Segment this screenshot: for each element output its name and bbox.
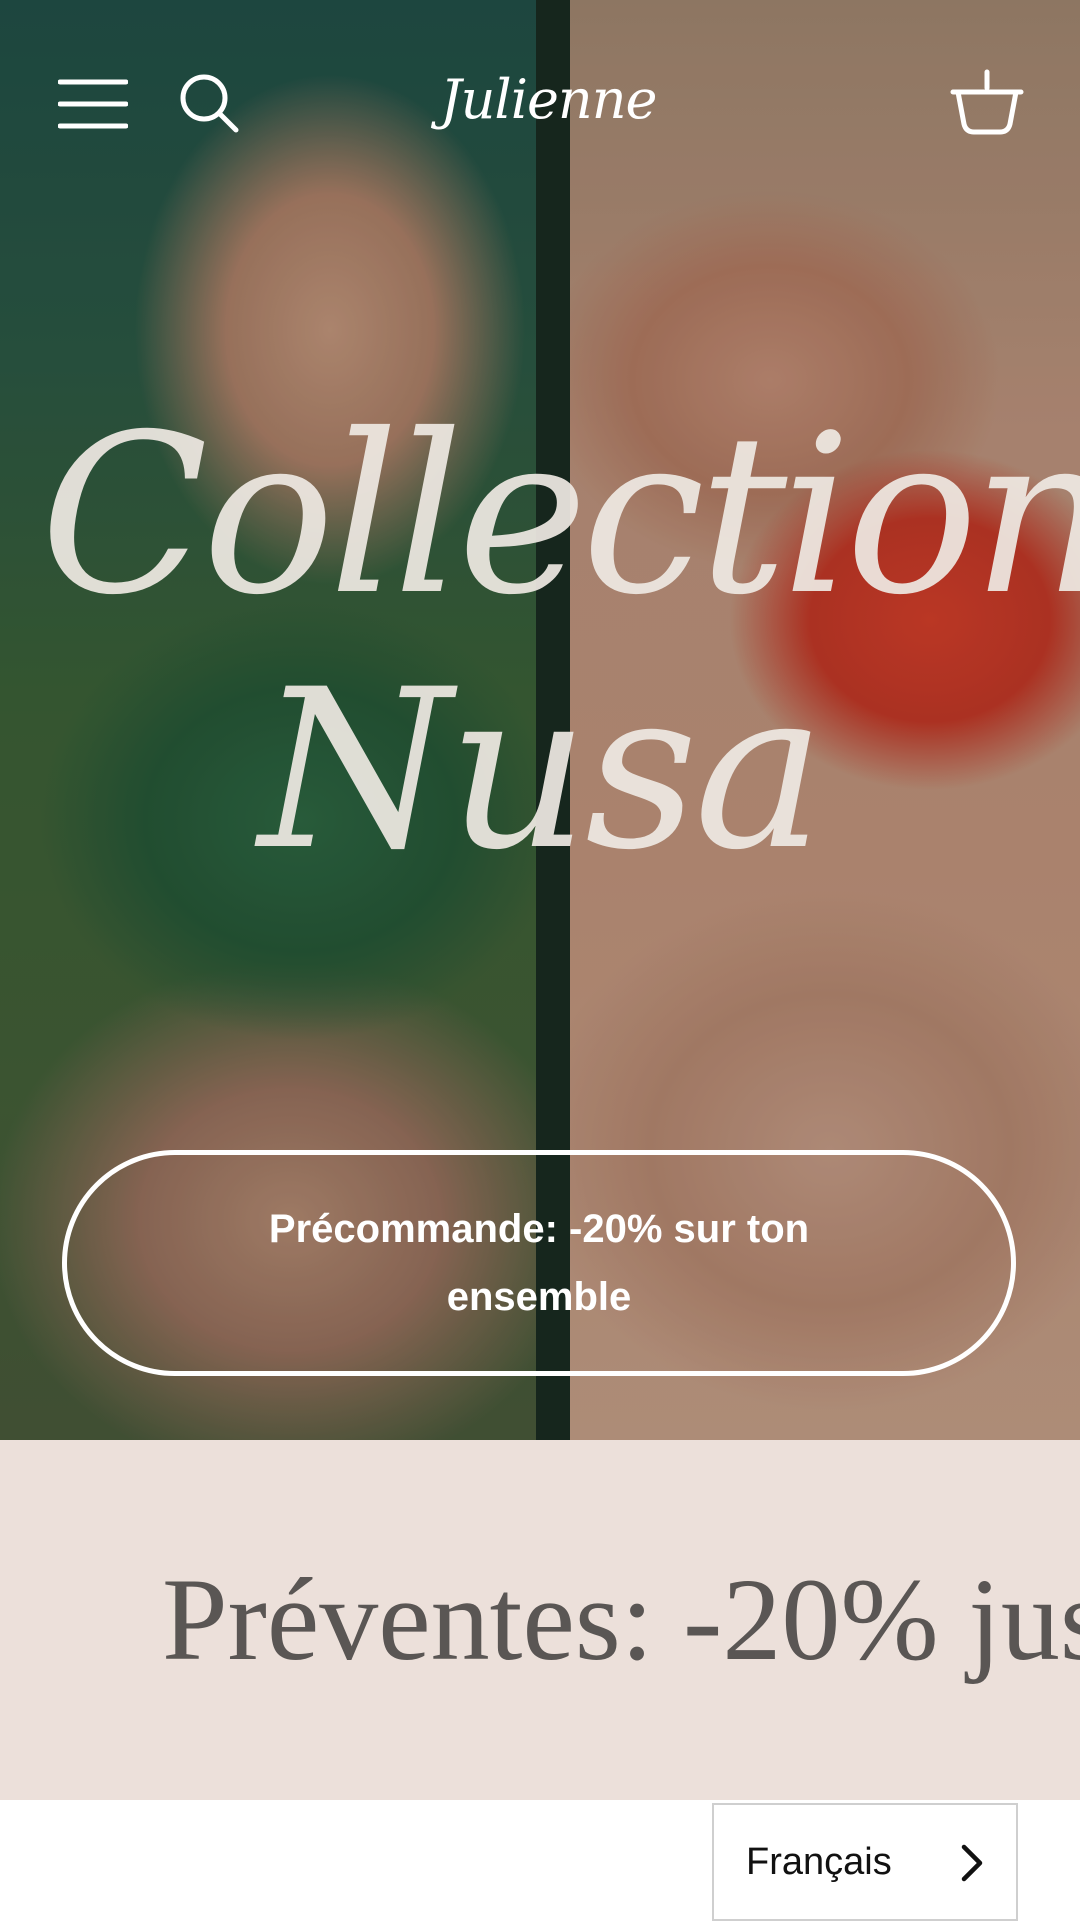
language-selector-label: Français xyxy=(746,1841,892,1883)
hero-title: Collection Nusa xyxy=(0,400,1080,890)
chevron-right-icon xyxy=(952,1843,992,1883)
hero-banner: Julienne Collection Nusa Précommande: -2… xyxy=(0,0,1080,1440)
site-header: Julienne xyxy=(0,0,1080,210)
language-selector[interactable]: Français xyxy=(712,1803,1018,1921)
hamburger-menu-icon[interactable] xyxy=(57,76,129,132)
brand-logo[interactable]: Julienne xyxy=(440,60,657,140)
hero-title-line1: Collection xyxy=(40,387,1080,643)
promo-text: Préventes: -20% jus xyxy=(162,1554,1080,1685)
preorder-cta-button[interactable]: Précommande: -20% sur ton ensemble xyxy=(62,1150,1016,1376)
basket-icon[interactable] xyxy=(950,68,1024,136)
promo-marquee-banner: Préventes: -20% jus xyxy=(0,1440,1080,1800)
hero-title-line2: Nusa xyxy=(258,642,825,898)
search-icon[interactable] xyxy=(178,72,240,134)
